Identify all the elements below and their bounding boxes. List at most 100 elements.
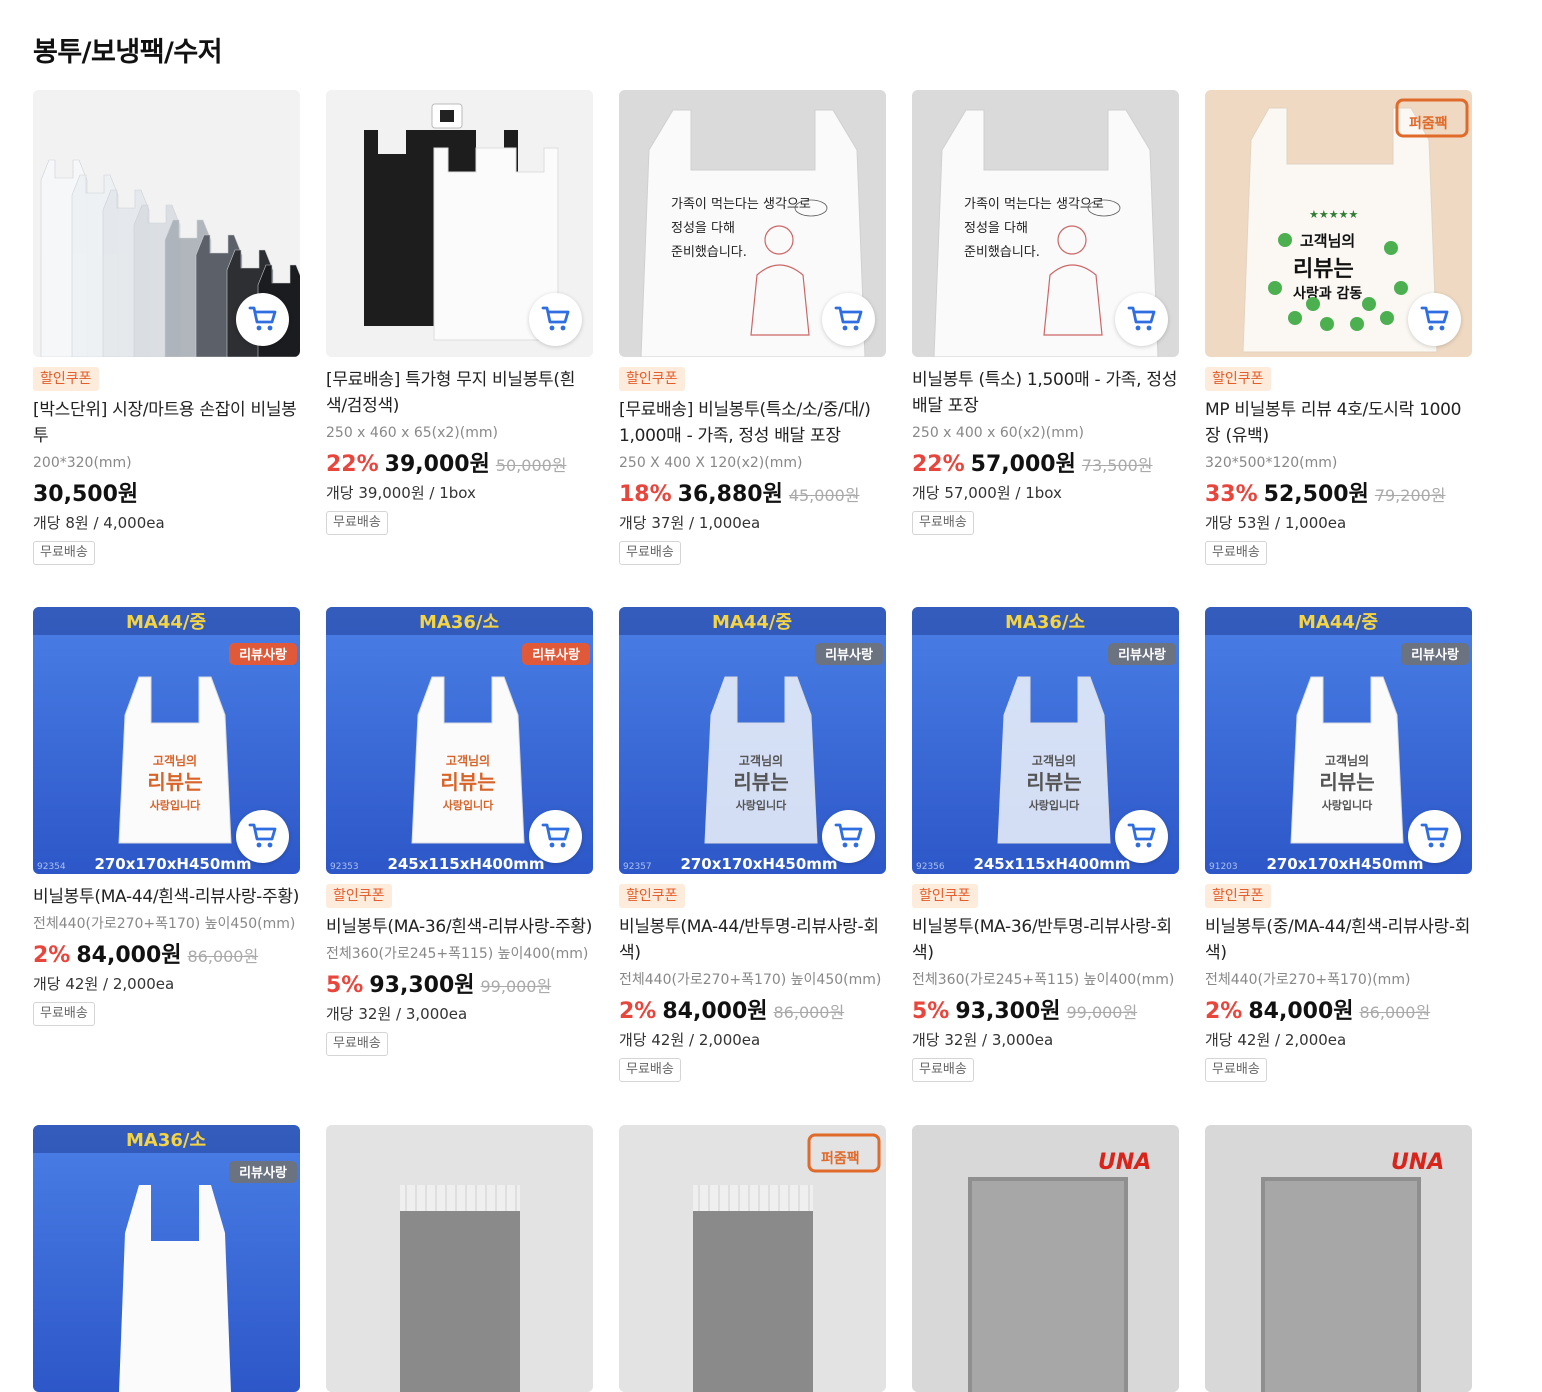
- cart-icon: [1126, 819, 1158, 855]
- product-card[interactable]: 가족이 먹는다는 생각으로 정성을 다해 준비했습니다. 비닐봉투 (특소) 1,50…: [912, 90, 1179, 565]
- free-shipping-badge: 무료배송: [912, 511, 974, 535]
- free-shipping-badge: 무료배송: [33, 541, 95, 565]
- cart-icon: [833, 302, 865, 338]
- product-image[interactable]: MA36/소 리뷰사랑 고객님의 리뷰는 사랑입니다 92356 245x115xH400m…: [912, 607, 1179, 874]
- unit-price: 개당 32원 / 3,000ea: [912, 1031, 1054, 1049]
- price-line: 2% 84,000원 86,000원: [619, 993, 886, 1025]
- product-card[interactable]: UNA: [1205, 1125, 1472, 1392]
- product-name[interactable]: 비닐봉투(중/MA-44/흰색-리뷰사랑-회색): [1205, 914, 1472, 966]
- product-image[interactable]: UNA: [1205, 1125, 1472, 1392]
- product-image[interactable]: MA44/중 리뷰사랑 고객님의 리뷰는 사랑입니다 92357 270x170xH450m…: [619, 607, 886, 874]
- product-image[interactable]: 가족이 먹는다는 생각으로 정성을 다해 준비했습니다.: [912, 90, 1179, 357]
- add-to-cart-button[interactable]: [1115, 293, 1168, 346]
- product-image[interactable]: MA44/중 리뷰사랑 고객님의 리뷰는 사랑입니다 91203 270x170xH450m…: [1205, 607, 1472, 874]
- product-name[interactable]: 비닐봉투(MA-36/반투명-리뷰사랑-회색): [912, 914, 1179, 966]
- add-to-cart-button[interactable]: [1408, 293, 1461, 346]
- cart-icon: [1419, 819, 1451, 855]
- product-image[interactable]: 가족이 먹는다는 생각으로 정성을 다해 준비했습니다.: [619, 90, 886, 357]
- product-image[interactable]: UNA: [912, 1125, 1179, 1392]
- product-spec: 320*500*120(mm): [1205, 455, 1338, 471]
- svg-text:MA36/소: MA36/소: [126, 1130, 206, 1151]
- svg-text:리뷰는: 리뷰는: [733, 770, 788, 794]
- discount-rate: 5%: [326, 973, 364, 998]
- cart-icon: [540, 302, 572, 338]
- product-card[interactable]: 할인쿠폰 [박스단위] 시장/마트용 손잡이 비닐봉투 200*320(mm) 30,…: [33, 90, 300, 565]
- product-card[interactable]: [무료배송] 특가형 무지 비닐봉투(흰색/검정색) 250 x 460 x 65…: [326, 90, 593, 565]
- product-image[interactable]: MA36/소 리뷰사랑: [33, 1125, 300, 1392]
- add-to-cart-button[interactable]: [529, 810, 582, 863]
- sale-price: 93,300원: [369, 973, 475, 998]
- coupon-badge: 할인쿠폰: [1205, 884, 1271, 908]
- product-image[interactable]: ★★★★★ 고객님의 리뷰는 사랑과 감동 퍼줌팩: [1205, 90, 1472, 357]
- svg-text:사랑과 감동: 사랑과 감동: [1293, 285, 1362, 302]
- add-to-cart-button[interactable]: [1408, 810, 1461, 863]
- product-name[interactable]: [박스단위] 시장/마트용 손잡이 비닐봉투: [33, 397, 300, 449]
- svg-text:정성을 다해: 정성을 다해: [964, 221, 1028, 236]
- product-name[interactable]: 비닐봉투(MA-36/흰색-리뷰사랑-주황): [326, 914, 593, 940]
- add-to-cart-button[interactable]: [822, 810, 875, 863]
- svg-text:리뷰사랑: 리뷰사랑: [825, 647, 873, 663]
- product-name[interactable]: [무료배송] 특가형 무지 비닐봉투(흰색/검정색): [326, 367, 593, 419]
- add-to-cart-button[interactable]: [236, 293, 289, 346]
- product-card[interactable]: MA36/소 리뷰사랑 고객님의 리뷰는 사랑입니다 92353 245x115xH400m…: [326, 607, 593, 1082]
- unit-price: 개당 32원 / 3,000ea: [326, 1005, 468, 1023]
- product-card[interactable]: [326, 1125, 593, 1392]
- discount-rate: 5%: [912, 999, 950, 1024]
- unit-price: 개당 8원 / 4,000ea: [33, 514, 165, 532]
- product-card[interactable]: 가족이 먹는다는 생각으로 정성을 다해 준비했습니다. 할인쿠폰 [무료배송] 비닐봉…: [619, 90, 886, 565]
- product-name[interactable]: 비닐봉투(MA-44/흰색-리뷰사랑-주황): [33, 884, 300, 910]
- product-spec: 250 X 400 X 120(x2)(mm): [619, 455, 803, 471]
- coupon-badge: 할인쿠폰: [912, 884, 978, 908]
- product-card[interactable]: MA44/중 리뷰사랑 고객님의 리뷰는 사랑입니다 92354 270x170xH450m…: [33, 607, 300, 1082]
- svg-text:고객님의: 고객님의: [446, 753, 490, 768]
- coupon-badge: 할인쿠폰: [326, 884, 392, 908]
- svg-text:MA44/중: MA44/중: [126, 612, 206, 633]
- add-to-cart-button[interactable]: [529, 293, 582, 346]
- product-photo: UNA: [912, 1125, 1179, 1392]
- product-image[interactable]: MA36/소 리뷰사랑 고객님의 리뷰는 사랑입니다 92353 245x115xH400m…: [326, 607, 593, 874]
- svg-text:245x115xH400mm: 245x115xH400mm: [387, 855, 544, 873]
- product-card[interactable]: ★★★★★ 고객님의 리뷰는 사랑과 감동 퍼줌팩 할인쿠폰 MP 비닐봉투 리뷰 4호/도…: [1205, 90, 1472, 565]
- product-card[interactable]: 퍼줌팩: [619, 1125, 886, 1392]
- add-to-cart-button[interactable]: [1115, 810, 1168, 863]
- add-to-cart-button[interactable]: [236, 810, 289, 863]
- svg-text:UNA: UNA: [1391, 1150, 1444, 1175]
- product-info: 할인쿠폰 MP 비닐봉투 리뷰 4호/도시락 1000장 (유백) 320*500*…: [1205, 357, 1472, 565]
- product-image[interactable]: MA44/중 리뷰사랑 고객님의 리뷰는 사랑입니다 92354 270x170xH450m…: [33, 607, 300, 874]
- unit-price: 개당 53원 / 1,000ea: [1205, 514, 1347, 532]
- free-shipping-badge: 무료배송: [1205, 1058, 1267, 1082]
- add-to-cart-button[interactable]: [822, 293, 875, 346]
- product-image[interactable]: 퍼줌팩: [619, 1125, 886, 1392]
- price-line: 2% 84,000원 86,000원: [1205, 993, 1472, 1025]
- sale-price: 84,000원: [662, 999, 768, 1024]
- product-name[interactable]: 비닐봉투 (특소) 1,500매 - 가족, 정성 배달 포장: [912, 367, 1179, 419]
- product-row: MA44/중 리뷰사랑 고객님의 리뷰는 사랑입니다 92354 270x170xH450m…: [33, 607, 1472, 1082]
- product-card[interactable]: UNA: [912, 1125, 1179, 1392]
- product-name[interactable]: 비닐봉투(MA-44/반투명-리뷰사랑-회색): [619, 914, 886, 966]
- product-spec: 전체360(가로245+폭115) 높이400(mm): [912, 972, 1175, 988]
- svg-text:270x170xH450mm: 270x170xH450mm: [94, 855, 251, 873]
- product-spec: 전체440(가로270+폭170) 높이450(mm): [33, 916, 296, 932]
- svg-text:리뷰는: 리뷰는: [1319, 770, 1374, 794]
- product-card[interactable]: MA36/소 리뷰사랑 고객님의 리뷰는 사랑입니다 92356 245x115xH400m…: [912, 607, 1179, 1082]
- product-image[interactable]: [326, 1125, 593, 1392]
- product-spec: 전체440(가로270+폭170)(mm): [1205, 972, 1411, 988]
- cart-icon: [1419, 302, 1451, 338]
- product-category-page: 봉투/보냉팩/수저 할인쿠폰 [박스단위] 시장/마트용 손잡이 비닐봉투 200*…: [0, 0, 1542, 1392]
- free-shipping-badge: 무료배송: [33, 1002, 95, 1026]
- product-card[interactable]: MA44/중 리뷰사랑 고객님의 리뷰는 사랑입니다 91203 270x170xH450m…: [1205, 607, 1472, 1082]
- discount-rate: 2%: [1205, 999, 1243, 1024]
- product-name[interactable]: MP 비닐봉투 리뷰 4호/도시락 1000장 (유백): [1205, 397, 1472, 449]
- coupon-badge: 할인쿠폰: [33, 367, 99, 391]
- product-image[interactable]: [326, 90, 593, 357]
- product-card[interactable]: MA36/소 리뷰사랑: [33, 1125, 300, 1392]
- product-image[interactable]: [33, 90, 300, 357]
- product-photo: MA36/소리뷰사랑: [33, 1125, 300, 1392]
- original-price: 99,000원: [1066, 1003, 1138, 1022]
- svg-text:리뷰사랑: 리뷰사랑: [532, 647, 580, 663]
- coupon-badge: 할인쿠폰: [619, 884, 685, 908]
- product-name[interactable]: [무료배송] 비닐봉투(특소/소/중/대/) 1,000매 - 가족, 정성 배…: [619, 397, 886, 449]
- svg-text:MA44/중: MA44/중: [712, 612, 792, 633]
- product-photo: [326, 1125, 593, 1392]
- product-card[interactable]: MA44/중 리뷰사랑 고객님의 리뷰는 사랑입니다 92357 270x170xH450m…: [619, 607, 886, 1082]
